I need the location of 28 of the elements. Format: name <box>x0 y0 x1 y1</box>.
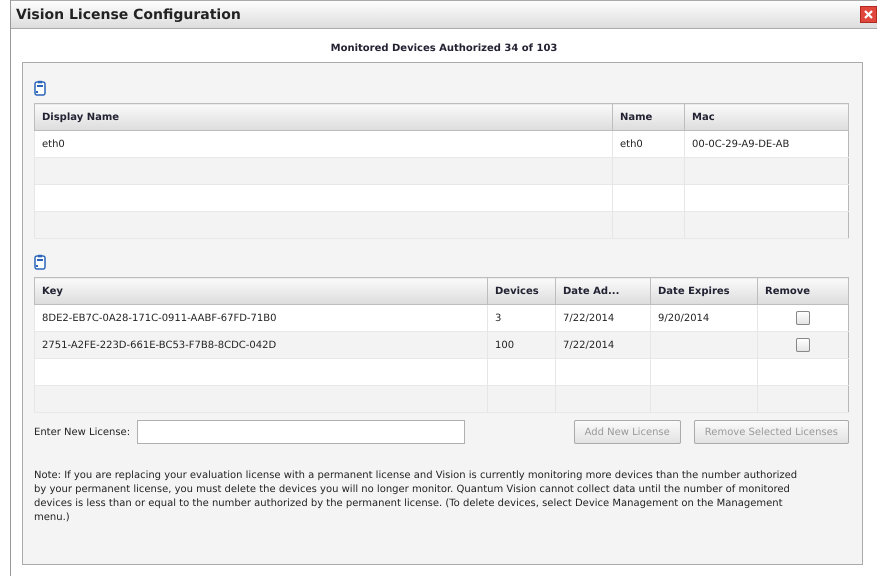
column-header[interactable]: Mac <box>684 104 848 130</box>
column-header[interactable]: Date Ad... <box>556 278 650 304</box>
authorized-count: Monitored Devices Authorized 34 of 103 <box>330 42 558 56</box>
table-cell: 7/22/2014 <box>563 340 614 350</box>
table-cell: 9/20/2014 <box>658 312 710 324</box>
license-input-field[interactable] <box>137 420 466 444</box>
checkbox[interactable] <box>796 338 810 352</box>
note-text: Note: If you are replacing your evaluation license with a permanent license and Vision is currently monitoring more devices than the number authorized by your permanent license, you must delete the devices you will no longer monitor. Quantum Vision cannot collect data until the number of monitored devices is less than or equal to the number authorized by the permanent license. (To delete devices, select Device Management on the Management menu.) <box>34 469 798 525</box>
column-header[interactable]: Display Name <box>34 104 612 130</box>
clipboard-icon[interactable] <box>34 254 46 270</box>
column-header[interactable]: Key <box>34 278 488 304</box>
table-cell: 100 <box>495 340 514 350</box>
checkbox[interactable] <box>796 311 810 325</box>
column-header[interactable]: Name <box>612 104 684 130</box>
field-label: Enter New License: <box>34 426 130 438</box>
table-cell: 2751-A2FE-223D-661E-BC53-F7B8-8CDC-042D <box>42 340 276 350</box>
clipboard-icon[interactable] <box>34 80 46 96</box>
column-header[interactable]: Remove <box>758 278 848 304</box>
table-cell: 3 <box>495 312 502 324</box>
table-cell: 7/22/2014 <box>563 312 614 324</box>
table-cell: eth0 <box>620 138 643 150</box>
close-icon[interactable] <box>860 6 877 23</box>
table-cell: 00-0C-29-A9-DE-AB <box>692 138 790 150</box>
column-header[interactable]: Date Expires <box>650 278 758 304</box>
table-cell: 8DE2-EB7C-0A28-171C-0911-AABF-67FD-71B0 <box>42 312 276 324</box>
table-cell: eth0 <box>42 138 65 150</box>
column-header[interactable]: Devices <box>488 278 556 304</box>
window-title: Vision License Configuration <box>16 6 241 22</box>
